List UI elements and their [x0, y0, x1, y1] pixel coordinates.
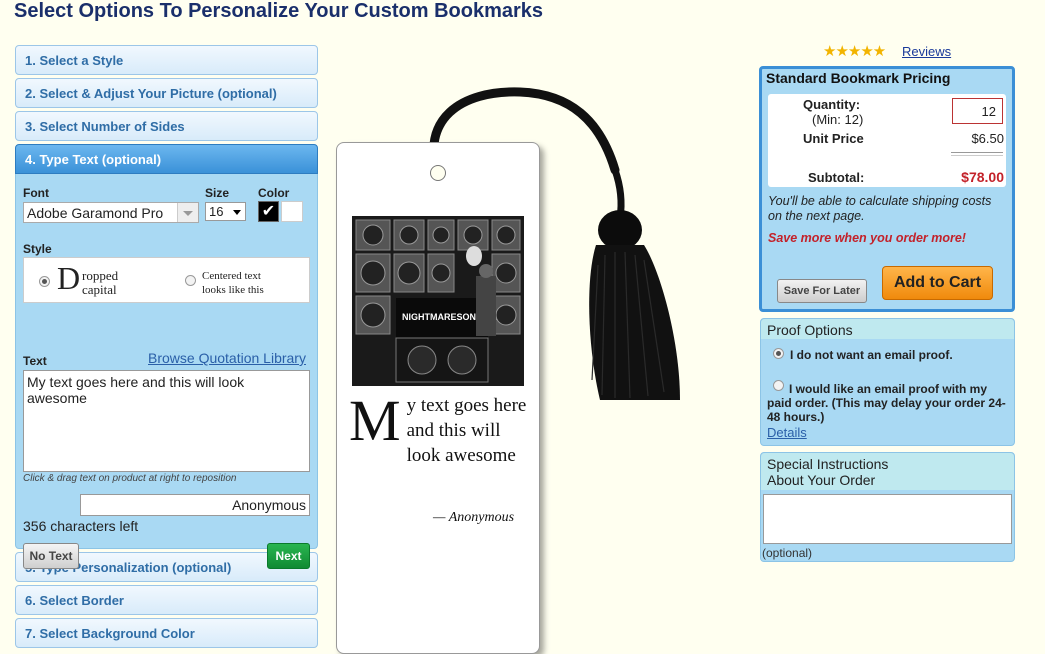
page-title: Select Options To Personalize Your Custo… [14, 0, 544, 22]
style-label: Style [23, 242, 52, 256]
next-button[interactable]: Next [267, 543, 310, 569]
size-label: Size [205, 186, 230, 200]
email-proof-label: I would like an email proof with my paid… [767, 382, 1006, 424]
minimum-label: (Min: 12) [812, 112, 864, 127]
shipping-note: You'll be able to calculate shipping cos… [768, 194, 992, 223]
proof-options-box: Proof Options I do not want an email pro… [760, 318, 1015, 446]
bookmark-hole [430, 165, 446, 181]
unit-price-value: $6.50 [971, 131, 1004, 146]
font-select-value: Adobe Garamond Pro [27, 205, 164, 221]
special-instructions-box: Special Instructions About Your Order (o… [760, 452, 1015, 562]
style-dropped-radio[interactable] [39, 276, 50, 287]
pricing-title: Standard Bookmark Pricing [766, 70, 951, 86]
special-instructions-optional: (optional) [762, 546, 813, 560]
no-proof-label: I do not want an email proof. [790, 348, 953, 362]
color-swatch-black[interactable]: ✔ [258, 201, 279, 222]
options-accordion: 1. Select a Style 2. Select & Adjust You… [15, 45, 318, 651]
text-style-options: D ropped capital Centered text looks lik… [23, 257, 310, 303]
price-table: Quantity: (Min: 12) 12 Unit Price $6.50 … [768, 94, 1006, 187]
browse-quotation-link[interactable]: Browse Quotation Library [148, 350, 306, 366]
step-number-of-sides[interactable]: 3. Select Number of Sides [15, 111, 318, 141]
step-select-style[interactable]: 1. Select a Style [15, 45, 318, 75]
bookmark-photo[interactable]: NIGHTMARESONWAX [352, 216, 524, 386]
no-text-button[interactable]: No Text [23, 543, 79, 569]
bookmark-drop-cap: M [349, 388, 401, 453]
bookmark-card[interactable]: NIGHTMARESONWAX My text goes here and th… [336, 142, 540, 654]
special-instructions-title: Special Instructions About Your Order [761, 453, 1014, 490]
speaker-wall-photo-icon: NIGHTMARESONWAX [352, 216, 524, 386]
proof-options-title: Proof Options [761, 319, 1014, 339]
bookmark-preview: NIGHTMARESONWAX My text goes here and th… [330, 80, 690, 654]
step-background-color[interactable]: 7. Select Background Color [15, 618, 318, 648]
bookmark-text[interactable]: My text goes here and this will look awe… [349, 388, 529, 468]
step-select-border[interactable]: 6. Select Border [15, 585, 318, 615]
font-label: Font [23, 186, 49, 200]
step-type-text[interactable]: 4. Type Text (optional) [15, 144, 318, 174]
rating-stars-icon: ★★★★★ [823, 43, 886, 60]
bookmark-author[interactable]: — Anonymous [433, 510, 514, 526]
size-select[interactable]: 16 [205, 202, 246, 221]
save-for-later-button[interactable]: Save For Later [777, 279, 867, 303]
quantity-label: Quantity: [803, 97, 861, 112]
characters-left: 356 characters left [23, 518, 139, 534]
chevron-down-icon [177, 203, 198, 222]
style-centered-radio[interactable] [185, 275, 196, 286]
add-to-cart-button[interactable]: Add to Cart [882, 266, 993, 300]
step-select-picture[interactable]: 2. Select & Adjust Your Picture (optiona… [15, 78, 318, 108]
size-select-value: 16 [209, 204, 224, 219]
special-instructions-input[interactable] [763, 494, 1012, 544]
unit-price-label: Unit Price [803, 131, 864, 146]
quantity-input[interactable]: 12 [952, 98, 1003, 124]
dropped-capital-letter: D [57, 260, 81, 296]
text-label: Text [23, 354, 47, 368]
subtotal-label: Subtotal: [808, 170, 865, 185]
color-swatch-white[interactable] [281, 201, 303, 222]
text-input[interactable]: My text goes here and this will look awe… [23, 370, 310, 472]
save-more-note: Save more when you order more! [768, 231, 966, 245]
author-input[interactable]: Anonymous [80, 494, 310, 516]
dropped-capital-label: ropped capital [82, 268, 119, 297]
reposition-hint: Click & drag text on product at right to… [23, 473, 237, 484]
dropdown-arrow-icon [233, 210, 241, 215]
check-icon: ✔ [261, 203, 276, 220]
subtotal-value: $78.00 [961, 169, 1004, 185]
proof-details-link[interactable]: Details [767, 425, 807, 440]
type-text-panel: Font Size Color Adobe Garamond Pro 16 ✔ … [15, 174, 318, 569]
pricing-box: Standard Bookmark Pricing Quantity: (Min… [759, 66, 1015, 312]
font-select[interactable]: Adobe Garamond Pro [23, 202, 199, 223]
bookmark-body-text: y text goes here and this will look awes… [406, 395, 527, 466]
no-proof-radio[interactable] [773, 348, 784, 359]
centered-text-label: Centered text looks like this [202, 270, 264, 296]
color-label: Color [258, 186, 290, 200]
reviews-link[interactable]: Reviews [902, 44, 951, 59]
total-divider [951, 152, 1003, 156]
